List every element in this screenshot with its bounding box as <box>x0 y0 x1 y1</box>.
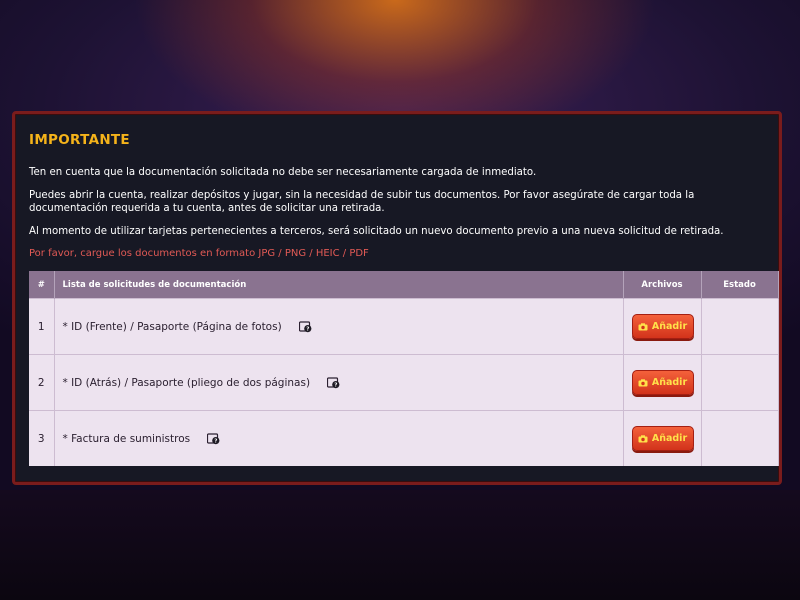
document-help-icon[interactable]: ? <box>298 320 312 333</box>
notice-paragraph-3: Al momento de utilizar tarjetas pertenec… <box>29 226 724 237</box>
table-header-row: # Lista de solicitudes de documentación … <box>29 271 779 299</box>
files-cell: Añadir <box>623 298 702 355</box>
document-help-icon[interactable]: ? <box>207 432 220 445</box>
add-button-label: Añadir <box>651 377 688 388</box>
files-cell: Añadir <box>623 410 702 466</box>
camera-icon <box>638 378 648 386</box>
document-name: * ID (Frente) / Pasaporte (Página de fot… <box>62 320 282 333</box>
document-name: * Factura de suministros <box>62 432 191 445</box>
svg-text:?: ? <box>215 438 218 444</box>
background-bottom <box>0 490 800 600</box>
notice-paragraph-2: Puedes abrir la cuenta, realizar depósit… <box>29 190 695 214</box>
camera-icon <box>638 434 648 442</box>
table-row: 3 * Factura de suministros ? Añadir <box>29 410 779 466</box>
notice-paragraph-1: Ten en cuenta que la documentación solic… <box>29 167 537 178</box>
documents-table: # Lista de solicitudes de documentación … <box>29 271 779 466</box>
table-row: 2 * ID (Atrás) / Pasaporte (pliego de do… <box>29 354 779 411</box>
add-file-button[interactable]: Añadir <box>631 426 694 451</box>
table-row: 1 * ID (Frente) / Pasaporte (Página de f… <box>29 298 779 355</box>
header-status: Estado <box>701 271 779 299</box>
document-cell: * Factura de suministros ? <box>54 410 624 466</box>
status-cell <box>701 298 779 355</box>
row-number: 3 <box>29 410 55 466</box>
svg-text:?: ? <box>335 382 338 388</box>
svg-text:?: ? <box>306 326 309 332</box>
header-files: Archivos <box>623 271 702 299</box>
notice-title: IMPORTANTE <box>29 132 130 148</box>
formats-note: Por favor, cargue los documentos en form… <box>29 248 369 259</box>
document-name: * ID (Atrás) / Pasaporte (pliego de dos … <box>62 376 311 389</box>
document-help-icon[interactable]: ? <box>327 376 340 389</box>
add-button-label: Añadir <box>651 433 688 444</box>
add-file-button[interactable]: Añadir <box>631 314 694 339</box>
files-cell: Añadir <box>623 354 702 411</box>
row-number: 2 <box>29 354 55 411</box>
header-document-list: Lista de solicitudes de documentación <box>54 271 624 299</box>
row-number: 1 <box>29 298 55 355</box>
document-cell: * ID (Atrás) / Pasaporte (pliego de dos … <box>54 354 624 411</box>
status-cell <box>701 410 779 466</box>
important-notice-panel: IMPORTANTE Ten en cuenta que la document… <box>12 111 782 485</box>
add-file-button[interactable]: Añadir <box>631 370 694 395</box>
document-cell: * ID (Frente) / Pasaporte (Página de fot… <box>54 298 624 355</box>
header-number: # <box>29 271 55 299</box>
camera-icon <box>638 322 648 330</box>
add-button-label: Añadir <box>651 321 688 332</box>
status-cell <box>701 354 779 411</box>
